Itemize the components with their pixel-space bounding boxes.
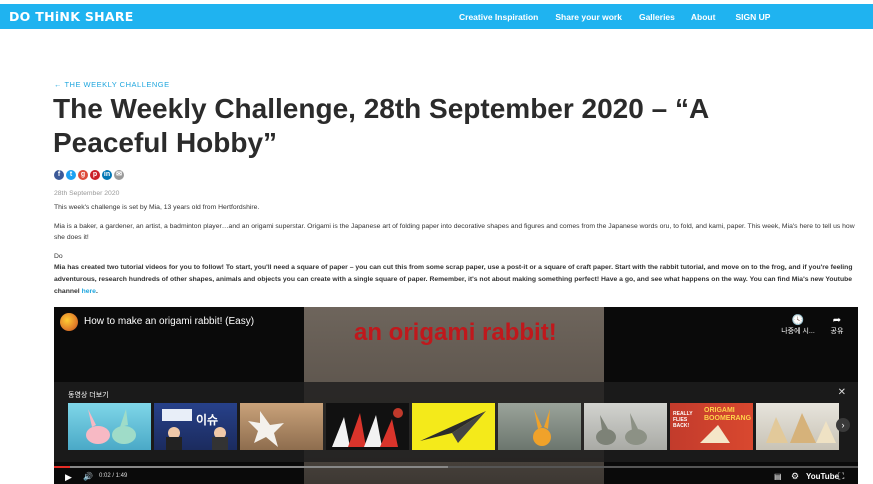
email-icon[interactable]: ✉	[114, 170, 124, 180]
next-videos-arrow-icon[interactable]: ›	[836, 418, 850, 432]
nav-about[interactable]: About	[691, 12, 716, 22]
thumb-news-issue[interactable]: 이슈	[154, 403, 237, 450]
volume-icon[interactable]: 🔊	[83, 472, 93, 481]
subtitles-icon[interactable]: ▤	[774, 472, 782, 481]
paper-dogs-icon	[766, 413, 836, 443]
thumb-paper-plane[interactable]	[412, 403, 495, 450]
video-share-label: 공유	[830, 328, 844, 335]
page-title: The Weekly Challenge, 28th September 202…	[53, 93, 709, 158]
rabbit-illustration-icon	[86, 409, 136, 444]
more-videos-label: 동영상 더보기	[68, 392, 109, 399]
video-progress-bar[interactable]	[54, 466, 858, 468]
related-videos: 이슈 ORIGAMI BOOMERANG REALLY FLIES BACK!	[68, 403, 839, 450]
instructions-paragraph: Mia has created two tutorial videos for …	[54, 262, 864, 298]
share-arrow-icon: ➦	[832, 315, 842, 326]
video-share-button[interactable]: ➦ 공유	[827, 315, 847, 336]
clock-icon: 🕓	[791, 315, 805, 326]
youtube-logo[interactable]: YouTube	[806, 472, 839, 481]
linkedin-icon[interactable]: in	[102, 170, 112, 180]
video-time: 0:02 / 1:49	[99, 473, 128, 479]
channel-avatar[interactable]	[60, 313, 78, 331]
video-banner-text: an origami rabbit!	[354, 319, 557, 346]
thumb-origami-rabbits[interactable]	[68, 403, 151, 450]
buffered-bar	[54, 466, 448, 468]
play-icon[interactable]: ▶	[65, 472, 72, 483]
nav-share-your-work[interactable]: Share your work	[555, 12, 622, 22]
thumb-paper-bunny[interactable]	[498, 403, 581, 450]
facebook-icon[interactable]: f	[54, 170, 64, 180]
share-buttons: f t g p in ✉	[54, 170, 124, 180]
top-navbar: DO THiNK SHARE Creative Inspiration Shar…	[0, 4, 873, 29]
thumb-origami-dogs[interactable]	[756, 403, 839, 450]
paper-bunny-icon	[533, 409, 551, 446]
paper-star-icon	[248, 411, 284, 447]
youtube-embed[interactable]: an origami rabbit! How to make an origam…	[54, 307, 858, 484]
boomerang-icon	[700, 425, 730, 443]
back-to-weekly-challenge-link[interactable]: ← THE WEEKLY CHALLENGE	[54, 80, 170, 89]
thumb-paper-star[interactable]	[240, 403, 323, 450]
post-date: 28th September 2020	[54, 190, 120, 197]
thumb-origami-boomerang[interactable]: ORIGAMI BOOMERANG REALLY FLIES BACK!	[670, 403, 753, 450]
twitter-icon[interactable]: t	[66, 170, 76, 180]
instructions-end: .	[95, 288, 98, 295]
paper-plane-icon	[420, 411, 486, 443]
intro-paragraph: This week's challenge is set by Mia, 13 …	[54, 204, 260, 211]
close-icon[interactable]: ✕	[838, 387, 846, 398]
watch-later-label: 나중에 시...	[781, 328, 815, 335]
about-mia-paragraph: Mia is a baker, a gardener, an artist, a…	[54, 223, 855, 241]
thumb-paper-claws[interactable]	[326, 403, 409, 450]
pinterest-icon[interactable]: p	[90, 170, 100, 180]
youtube-channel-link[interactable]: here	[82, 288, 96, 295]
nav-creative-inspiration[interactable]: Creative Inspiration	[459, 12, 538, 22]
site-logo[interactable]: DO THiNK SHARE	[9, 9, 134, 24]
do-heading: Do	[54, 253, 63, 260]
instructions-text: Mia has created two tutorial videos for …	[54, 264, 853, 295]
thumb-paper-rabbits-grey[interactable]	[584, 403, 667, 450]
more-videos-panel: 동영상 더보기 ✕ 이슈 ORIGAMI BOOMERANG REALLY FL…	[54, 382, 858, 462]
thumb-news-text: 이슈	[196, 413, 219, 427]
watch-later-button[interactable]: 🕓 나중에 시...	[780, 315, 816, 336]
fullscreen-icon[interactable]: ⛶	[838, 471, 844, 482]
nav-sign-up[interactable]: SIGN UP	[735, 12, 770, 22]
paper-claws-icon	[332, 408, 403, 447]
grey-rabbits-icon	[596, 413, 647, 445]
settings-gear-icon[interactable]: ⚙	[791, 471, 799, 482]
google-plus-icon[interactable]: g	[78, 170, 88, 180]
main-nav: Creative Inspiration Share your work Gal…	[459, 12, 770, 22]
nav-galleries[interactable]: Galleries	[639, 12, 675, 22]
video-title[interactable]: How to make an origami rabbit! (Easy)	[84, 316, 254, 327]
played-bar	[54, 466, 71, 468]
